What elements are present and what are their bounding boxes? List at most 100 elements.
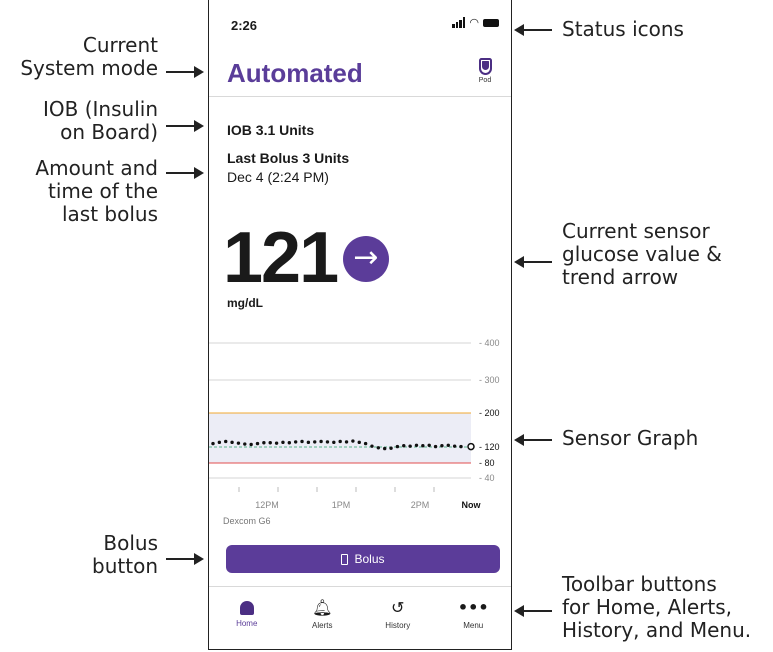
- tab-menu[interactable]: ••• Menu: [436, 587, 512, 649]
- data-point: [268, 441, 272, 445]
- annotation-text: button: [92, 554, 158, 578]
- bell-icon: 🔔︎: [312, 598, 333, 617]
- trend-arrow-icon: →: [343, 236, 389, 282]
- arrow-right: [166, 66, 204, 78]
- data-point: [414, 443, 419, 447]
- annotation-sensor-graph: Sensor Graph: [562, 427, 698, 450]
- phone-screen: 2:26 ◠ Automated Pod IOB 3.1 Units Last …: [208, 0, 512, 650]
- tab-alerts[interactable]: 🔔︎ Alerts: [285, 587, 361, 649]
- pod-label: Pod: [478, 77, 492, 84]
- arrow-right: [166, 120, 204, 132]
- system-mode-title: Automated: [227, 58, 363, 88]
- sensor-graph: - 400 - 300 - 200 - 120 - 80 - 40 12PM 1PM 2PM No…: [209, 338, 500, 510]
- divider: [209, 96, 511, 97]
- annotation-iob: IOB (Insulin on Board): [0, 98, 158, 144]
- sensor-name: Dexcom G6: [223, 516, 271, 526]
- data-point: [255, 441, 260, 446]
- annotation-glucose: Current sensor glucose value & trend arr…: [562, 220, 722, 289]
- data-point: [389, 446, 393, 450]
- data-point: [376, 446, 381, 450]
- annotation-text: System mode: [20, 56, 158, 80]
- wifi-icon: ◠: [469, 16, 479, 29]
- data-point: [236, 441, 241, 445]
- bolus-icon: [341, 553, 349, 565]
- arrow-left: [514, 24, 552, 36]
- annotation-system-mode: Current System mode: [0, 34, 158, 80]
- data-point: [459, 444, 463, 449]
- x-tick-label: 2PM: [411, 500, 430, 510]
- data-point: [351, 439, 355, 443]
- tab-home[interactable]: Home: [209, 587, 285, 649]
- data-point: [325, 440, 330, 444]
- history-icon: ↺: [391, 598, 405, 617]
- pod-status-button[interactable]: Pod: [473, 58, 497, 84]
- toolbar: Home 🔔︎ Alerts ↺ History ••• Menu: [209, 586, 512, 649]
- data-point: [421, 444, 425, 448]
- y-tick-label: - 40: [479, 473, 495, 483]
- x-tick-label: Now: [462, 500, 482, 510]
- arrow-left: [514, 256, 552, 268]
- data-point: [306, 440, 311, 445]
- y-tick-label: - 200: [479, 408, 500, 418]
- status-time: 2:26: [231, 18, 258, 33]
- tab-history[interactable]: ↺ History: [360, 587, 436, 649]
- data-point: [382, 446, 387, 451]
- arrow-left: [514, 434, 552, 446]
- annotation-bolus-button: Bolus button: [0, 532, 158, 578]
- data-point: [357, 440, 361, 445]
- annotation-text: Amount and: [35, 156, 158, 180]
- annotation-text: trend arrow: [562, 265, 679, 289]
- y-tick-label: - 400: [479, 338, 500, 348]
- annotation-text: Sensor Graph: [562, 426, 699, 450]
- data-point: [427, 443, 431, 447]
- arrow-right: [166, 553, 204, 565]
- y-tick-label: - 80: [479, 458, 495, 468]
- battery-icon: [483, 18, 499, 27]
- bolus-button-label: Bolus: [354, 552, 385, 566]
- arrow-left: [514, 605, 552, 617]
- annotation-last-bolus: Amount and time of the last bolus: [0, 157, 158, 226]
- annotation-text: Toolbar buttons: [562, 572, 717, 596]
- data-point: [217, 440, 222, 445]
- data-point: [262, 441, 266, 445]
- annotation-text: last bolus: [61, 202, 158, 226]
- glucose-value: 121: [223, 218, 339, 298]
- iob-value: IOB 3.1 Units: [227, 122, 315, 138]
- annotation-text: for Home, Alerts,: [562, 595, 733, 619]
- data-point: [293, 440, 298, 444]
- y-tick-label: - 300: [479, 375, 500, 385]
- annotation-text: Status icons: [562, 17, 684, 41]
- home-icon: [239, 601, 254, 615]
- more-icon: •••: [457, 598, 489, 617]
- data-point: [274, 441, 279, 445]
- annotation-text: IOB (Insulin: [43, 97, 158, 121]
- data-point: [243, 442, 247, 446]
- annotation-status-icons: Status icons: [562, 18, 684, 41]
- last-bolus-amount: Last Bolus 3 Units: [227, 150, 350, 166]
- data-point: [440, 444, 444, 448]
- annotation-text: Current sensor: [562, 219, 710, 243]
- tab-label: Menu: [463, 621, 484, 630]
- data-point: [344, 440, 349, 444]
- data-point: [319, 439, 323, 444]
- data-point: [332, 440, 336, 445]
- annotation-text: History, and Menu.: [562, 618, 752, 642]
- annotation-text: Bolus: [103, 531, 158, 555]
- data-point: [211, 441, 215, 446]
- data-point: [452, 444, 457, 448]
- tab-label: Home: [236, 619, 258, 628]
- tab-label: History: [385, 621, 411, 630]
- annotation-text: glucose value &: [562, 242, 722, 266]
- data-point: [446, 443, 450, 447]
- glucose-unit: mg/dL: [227, 296, 263, 310]
- x-tick-label: 1PM: [332, 500, 351, 510]
- bolus-button[interactable]: Bolus: [226, 545, 500, 573]
- arrow-right: [166, 167, 204, 179]
- last-bolus-time: Dec 4 (2:24 PM): [227, 169, 329, 185]
- data-point: [408, 444, 412, 448]
- annotation-text: on Board): [60, 120, 158, 144]
- data-point: [313, 440, 317, 444]
- x-tick-label: 12PM: [255, 500, 279, 510]
- data-point: [338, 439, 342, 444]
- signal-icon: [452, 17, 466, 28]
